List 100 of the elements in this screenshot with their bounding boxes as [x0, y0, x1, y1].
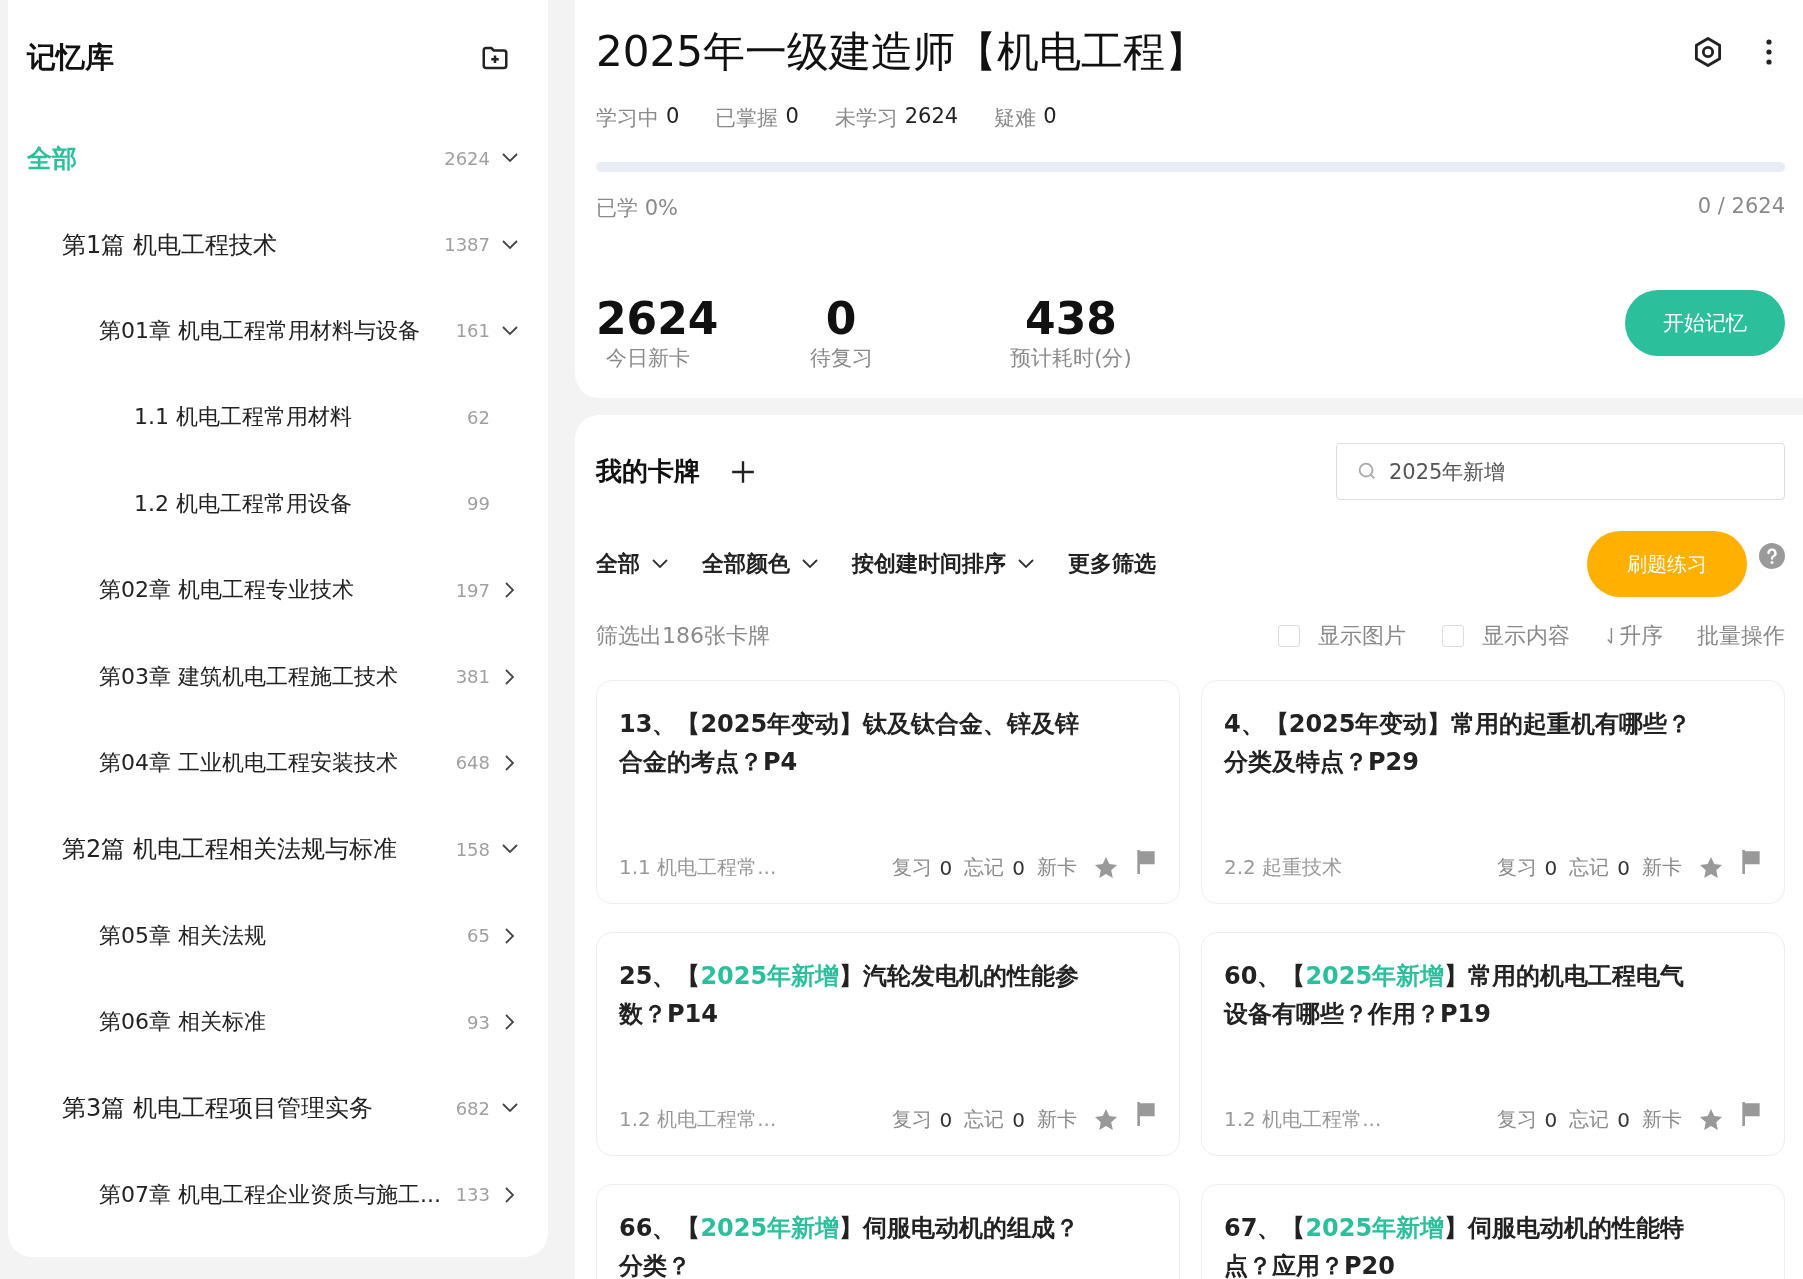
- summary-value: 0: [825, 294, 857, 344]
- flag-icon[interactable]: [1135, 848, 1157, 875]
- stat-label: 已掌握: [715, 105, 779, 132]
- checkbox[interactable]: [1442, 625, 1464, 647]
- card[interactable]: 60、【2025年新增】常用的机电工程电气设备有哪些？作用？P19 1.2 机电工程常... 复习 0 忘记 0 新卡: [1201, 932, 1785, 1156]
- item-count: 62: [467, 406, 490, 428]
- item-count: 161: [455, 320, 490, 342]
- tree-item[interactable]: 1.2 机电工程常用设备: [134, 488, 460, 519]
- stat-value: 0: [1617, 855, 1630, 880]
- chevron-down-icon[interactable]: [502, 1103, 518, 1114]
- status-label: 新卡: [1642, 854, 1682, 881]
- card[interactable]: 66、【2025年新增】伺服电动机的组成？分类？: [596, 1184, 1180, 1279]
- status-label: 新卡: [1037, 1106, 1077, 1133]
- chevron-down-icon[interactable]: [502, 239, 518, 250]
- stat-value: 0: [785, 104, 799, 130]
- chevron-down-icon: [802, 559, 818, 569]
- summary-value: 2624: [596, 294, 719, 344]
- item-count: 381: [455, 666, 490, 688]
- card[interactable]: 4、【2025年变动】常用的起重机有哪些？分类及特点？P29 2.2 起重技术 复习 0 忘记 0 新卡: [1201, 680, 1785, 904]
- tree-item[interactable]: 1.1 机电工程常用材料: [134, 402, 460, 433]
- checkbox[interactable]: [1278, 625, 1300, 647]
- tree-item[interactable]: 第07章 机电工程企业资质与施工...: [99, 1179, 448, 1210]
- stat-value: 0: [666, 104, 680, 130]
- add-icon[interactable]: [730, 458, 756, 485]
- filter-dropdown[interactable]: 全部颜色: [702, 549, 818, 579]
- sidebar-title: 记忆库: [27, 38, 114, 76]
- flag-icon[interactable]: [1740, 1100, 1762, 1127]
- chapter-tag: 1.2 机电工程常...: [619, 1106, 777, 1133]
- stat-value: 0: [939, 1107, 953, 1132]
- stat-label: 复习: [891, 1106, 932, 1133]
- chapter-tag: 1.1 机电工程常...: [619, 854, 777, 881]
- stat-label: 学习中: [596, 105, 659, 132]
- card-title: 67、【2025年新增】伺服电动机的性能特点？应用？P20: [1224, 1213, 1686, 1279]
- item-count: 2624: [444, 147, 490, 169]
- result-count: 筛选出186张卡牌: [596, 622, 770, 650]
- status-label: 新卡: [1037, 854, 1077, 881]
- chevron-right-icon[interactable]: [505, 668, 515, 685]
- more-icon[interactable]: [1765, 38, 1773, 66]
- card-title: 25、【2025年新增】汽轮发电机的性能参数？P14: [619, 961, 1081, 1030]
- filter-dropdown[interactable]: 按创建时间排序: [852, 549, 1034, 579]
- chevron-right-icon[interactable]: [505, 1186, 515, 1203]
- summary-label: 今日新卡: [606, 345, 690, 372]
- chevron-right-icon[interactable]: [505, 754, 515, 771]
- item-count: 1387: [444, 234, 490, 256]
- summary-value: 438: [1025, 294, 1117, 344]
- stat-label: 忘记: [1569, 1106, 1610, 1133]
- chevron-right-icon[interactable]: [505, 927, 515, 944]
- stat-value: 0: [1544, 855, 1558, 880]
- card[interactable]: 67、【2025年新增】伺服电动机的性能特点？应用？P20: [1201, 1184, 1785, 1279]
- help-icon[interactable]: [1759, 543, 1785, 569]
- tree-item[interactable]: 第03章 建筑机电工程施工技术: [99, 661, 448, 692]
- stat-value: 0: [1012, 855, 1025, 880]
- chevron-down-icon[interactable]: [502, 153, 518, 164]
- tree-item[interactable]: 第02章 机电工程专业技术: [99, 575, 448, 606]
- item-count: 158: [455, 838, 490, 860]
- card-title: 60、【2025年新增】常用的机电工程电气设备有哪些？作用？P19: [1224, 961, 1686, 1030]
- stat-label: 未学习: [834, 105, 898, 132]
- stat-label: 复习: [1496, 1106, 1537, 1133]
- item-count: 65: [467, 925, 490, 947]
- stat-value: 0: [1544, 1107, 1558, 1132]
- chevron-down-icon[interactable]: [502, 325, 518, 336]
- tree-item[interactable]: 第3篇 机电工程项目管理实务: [62, 1092, 448, 1125]
- tree-item[interactable]: 第04章 工业机电工程安装技术: [99, 747, 448, 778]
- filter-button[interactable]: 更多筛选: [1068, 549, 1156, 579]
- card[interactable]: 25、【2025年新增】汽轮发电机的性能参数？P14 1.2 机电工程常... 复习 0 忘记 0 新卡: [596, 932, 1180, 1156]
- stat-label: 复习: [891, 854, 932, 881]
- flag-icon[interactable]: [1135, 1100, 1157, 1127]
- card[interactable]: 13、【2025年变动】钛及钛合金、锌及锌合金的考点？P4 1.1 机电工程常... 复习 0 忘记 0 新卡: [596, 680, 1180, 904]
- stat-value: 2624: [904, 104, 959, 130]
- item-count: 648: [455, 752, 490, 774]
- tree-item[interactable]: 第2篇 机电工程相关法规与标准: [62, 833, 448, 866]
- search-field[interactable]: 2025年新增: [1336, 443, 1785, 500]
- tree-item[interactable]: 第1篇 机电工程技术: [62, 228, 437, 261]
- card-title: 13、【2025年变动】钛及钛合金、锌及锌合金的考点？P4: [619, 709, 1081, 778]
- chevron-down-icon: [652, 559, 668, 569]
- chevron-down-icon: [1018, 559, 1034, 569]
- flag-icon[interactable]: [1740, 848, 1762, 875]
- summary-label: 预计耗时(分): [1010, 345, 1132, 372]
- stat-label: 忘记: [964, 854, 1005, 881]
- progress-reading: 0 / 2624: [1697, 194, 1785, 220]
- stat-label: 复习: [1496, 854, 1537, 881]
- stat-value: 0: [1617, 1107, 1630, 1132]
- tree-item[interactable]: 第06章 相关标准: [99, 1007, 460, 1038]
- section-title: 我的卡牌: [596, 455, 700, 488]
- tree-item[interactable]: 第01章 机电工程常用材料与设备: [99, 315, 448, 346]
- chapter-tag: 1.2 机电工程常...: [1224, 1106, 1382, 1133]
- filter-dropdown[interactable]: 全部: [596, 549, 668, 579]
- chevron-right-icon[interactable]: [505, 1014, 515, 1031]
- progress-label: 已学 0%: [596, 195, 678, 222]
- item-count: 133: [455, 1184, 490, 1206]
- stat-label: 疑难: [994, 105, 1037, 132]
- status-label: 新卡: [1642, 1106, 1682, 1133]
- stat-value: 0: [939, 855, 953, 880]
- tree-item[interactable]: 第05章 相关法规: [99, 920, 460, 951]
- item-count: 197: [455, 579, 490, 601]
- chevron-right-icon[interactable]: [505, 582, 515, 599]
- chevron-down-icon[interactable]: [502, 844, 518, 855]
- chapter-tag: 2.2 起重技术: [1224, 854, 1343, 881]
- summary-label: 待复习: [809, 345, 873, 372]
- card-title: 4、【2025年变动】常用的起重机有哪些？分类及特点？P29: [1224, 709, 1693, 778]
